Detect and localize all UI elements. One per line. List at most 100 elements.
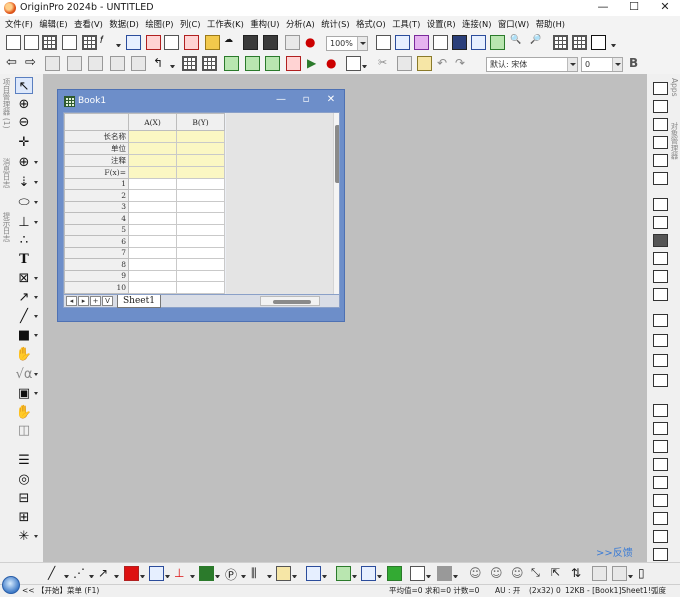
row-label-long-name[interactable]: 长名称 — [64, 130, 129, 143]
template-library-icon[interactable] — [276, 566, 291, 581]
rectangle-tool-icon[interactable]: ■ — [15, 327, 38, 344]
zoom-out-icon[interactable]: ⊖ — [15, 114, 33, 131]
axis-x-icon[interactable] — [653, 118, 668, 131]
distribute-h-icon[interactable] — [653, 512, 668, 525]
pointer-tool-icon[interactable]: ↖ — [15, 77, 33, 94]
save-template-icon[interactable] — [263, 35, 278, 50]
line-tool-icon[interactable]: ╱ — [15, 308, 38, 325]
scrollbar-thumb[interactable] — [273, 300, 311, 304]
chevron-down-icon[interactable] — [352, 575, 357, 578]
frame-icon[interactable] — [653, 314, 668, 327]
box-3d-icon[interactable]: ◫ — [15, 422, 33, 439]
menu-edit[interactable]: 编辑(E) — [39, 17, 67, 31]
layout-lines-icon[interactable]: ☰ — [15, 452, 33, 469]
rescale-icon[interactable] — [110, 56, 125, 71]
chevron-down-icon[interactable] — [453, 575, 458, 578]
draw-data-icon[interactable]: ⊥ — [15, 214, 38, 231]
binoculars-icon[interactable]: 🔍 — [510, 35, 525, 50]
new-graph-icon[interactable] — [62, 35, 77, 50]
menu-file[interactable]: 文件(F) — [5, 17, 33, 31]
open-folder-icon[interactable] — [205, 35, 220, 50]
cell[interactable] — [176, 235, 225, 248]
contour-plot-icon[interactable] — [149, 566, 164, 581]
menu-view[interactable]: 查看(V) — [74, 17, 103, 31]
chevron-down-icon[interactable] — [322, 575, 327, 578]
scatter-tool-icon[interactable]: ∴ — [15, 232, 33, 249]
row-number[interactable]: 8 — [64, 258, 129, 271]
cell[interactable] — [128, 223, 177, 236]
cell[interactable] — [176, 130, 225, 143]
new-layout-icon[interactable] — [126, 35, 141, 50]
align-bottom-icon[interactable] — [653, 440, 668, 453]
scatter-plot-icon[interactable]: ⋰ — [73, 566, 88, 581]
chevron-down-icon[interactable] — [215, 575, 220, 578]
equation-tool-icon[interactable]: √α — [15, 366, 38, 383]
box-chart-icon[interactable]: ⊥ — [174, 566, 189, 581]
menu-format[interactable]: 格式(O) — [356, 17, 386, 31]
new-folder-icon[interactable] — [24, 35, 39, 50]
add-new-column-icon[interactable] — [224, 56, 239, 71]
origin-app-icon[interactable] — [4, 2, 16, 14]
add-column-icon[interactable] — [45, 56, 60, 71]
corner-cell[interactable] — [64, 113, 129, 131]
distribute-v-icon[interactable] — [653, 530, 668, 543]
new-project-icon[interactable] — [6, 35, 21, 50]
function-icon[interactable]: 𝑓 — [100, 35, 115, 50]
maximize-button[interactable]: ☐ — [619, 0, 649, 16]
data-table-icon[interactable] — [592, 566, 607, 581]
cell[interactable] — [176, 212, 225, 225]
menu-data[interactable]: 数据(D) — [109, 17, 138, 31]
sort-icon[interactable] — [245, 56, 260, 71]
cell[interactable] — [128, 258, 177, 271]
layer-align-icon[interactable] — [653, 270, 668, 283]
align-right-icon[interactable] — [653, 476, 668, 489]
apps-tab[interactable]: Apps — [669, 78, 680, 100]
undo-icon[interactable]: ↶ — [437, 56, 452, 71]
image-plot-icon[interactable] — [410, 566, 425, 581]
mask-2-icon[interactable]: ☺ — [490, 566, 505, 581]
bold-button[interactable]: B — [629, 56, 638, 70]
results-log-icon[interactable] — [572, 35, 587, 50]
copy-page-icon[interactable] — [414, 35, 429, 50]
sort-bars-icon[interactable]: ⇅ — [571, 566, 586, 581]
row-number[interactable]: 9 — [64, 269, 129, 282]
cell[interactable] — [176, 166, 225, 179]
column-plot-icon[interactable] — [124, 566, 139, 581]
feedback-link[interactable]: >>反馈 — [596, 544, 633, 559]
chevron-down-icon[interactable] — [267, 575, 272, 578]
frame-border-icon[interactable] — [653, 334, 668, 347]
row-number[interactable]: 7 — [64, 246, 129, 259]
rotate-3d-icon[interactable]: ✋ — [15, 404, 33, 421]
sheet-tab-sheet1[interactable]: Sheet1 — [117, 295, 161, 308]
axis-scale-icon[interactable] — [653, 100, 668, 113]
rotate-icon[interactable] — [131, 56, 146, 71]
recalculate-icon[interactable] — [285, 35, 300, 50]
sheet-list-button[interactable]: V — [102, 296, 113, 306]
layer-dark-icon[interactable] — [653, 234, 668, 247]
row-label-units[interactable]: 单位 — [64, 142, 129, 155]
axis-xy-icon[interactable] — [653, 154, 668, 167]
object-manager-tab[interactable]: 对象管理器 — [669, 122, 680, 172]
undo-branch-icon[interactable]: ↰ — [153, 56, 168, 71]
cell[interactable] — [128, 235, 177, 248]
statistics-icon[interactable] — [265, 56, 280, 71]
horizontal-scrollbar[interactable] — [260, 296, 320, 306]
status-angle-unit[interactable]: 弧度 — [651, 585, 666, 597]
next-sheet-button[interactable]: ▸ — [78, 296, 89, 306]
new-excel-icon[interactable] — [164, 35, 179, 50]
frame-right-icon[interactable] — [653, 374, 668, 387]
chevron-down-icon[interactable] — [426, 575, 431, 578]
arrow-tool-icon[interactable]: ↗ — [15, 289, 38, 306]
import-icon[interactable] — [184, 35, 199, 50]
find-icon[interactable]: 🔎 — [530, 35, 545, 50]
font-size-combo[interactable]: 0 — [581, 57, 623, 72]
asterisk-tool-icon[interactable]: ✳ — [15, 528, 38, 545]
add-row-icon[interactable] — [67, 56, 82, 71]
align-top-icon[interactable] — [653, 422, 668, 435]
layers-icon[interactable] — [471, 35, 486, 50]
chevron-down-icon[interactable] — [567, 58, 577, 71]
chevron-down-icon[interactable] — [292, 575, 297, 578]
menu-window[interactable]: 窗口(W) — [498, 17, 529, 31]
chevron-down-icon[interactable] — [89, 575, 94, 578]
arrow-left-icon[interactable]: ⇦ — [6, 56, 21, 71]
